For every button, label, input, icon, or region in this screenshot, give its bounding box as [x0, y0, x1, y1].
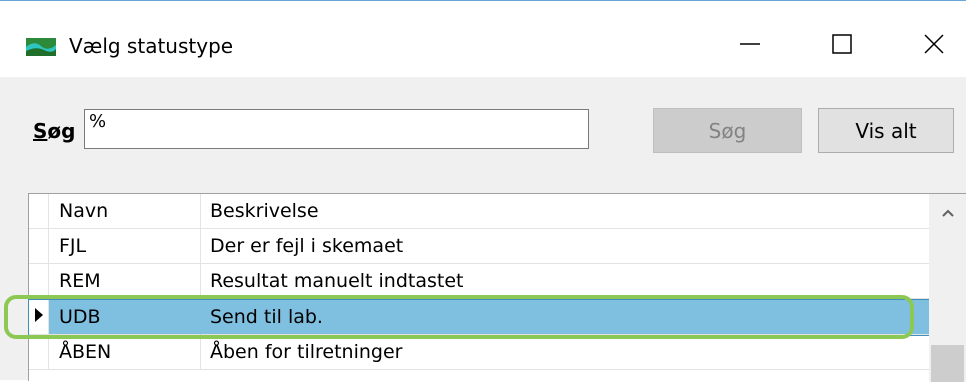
table-row[interactable]: REM Resultat manuelt indtastet	[29, 264, 930, 299]
cell-name: FJL	[49, 229, 201, 264]
cell-name: REM	[49, 264, 201, 299]
cell-description: Resultat manuelt indtastet	[201, 264, 930, 299]
status-type-grid[interactable]: Navn Beskrivelse FJL Der er fejl i skema…	[28, 193, 966, 382]
current-row-arrow-icon	[34, 307, 44, 328]
row-indicator	[29, 264, 49, 299]
row-indicator	[29, 335, 49, 370]
column-header-navn[interactable]: Navn	[49, 194, 201, 229]
vertical-scrollbar[interactable]	[929, 194, 966, 382]
table-row[interactable]: FJL Der er fejl i skemaet	[29, 229, 930, 264]
search-label-rest: øg	[47, 119, 76, 143]
minimize-icon	[739, 33, 761, 60]
search-label: Søg	[33, 119, 75, 143]
close-button[interactable]	[904, 23, 964, 69]
maximize-button[interactable]	[812, 23, 872, 69]
search-label-accesskey: S	[33, 119, 48, 143]
search-input[interactable]	[84, 109, 589, 149]
row-indicator-header	[29, 194, 49, 229]
cell-description: Der er fejl i skemaet	[201, 229, 930, 264]
row-indicator	[29, 300, 49, 335]
column-header-beskrivelse[interactable]: Beskrivelse	[201, 194, 930, 229]
cell-description: Send til lab.	[201, 300, 930, 335]
cell-name: ÅBEN	[49, 335, 201, 370]
row-indicator	[29, 229, 49, 264]
chevron-up-icon	[941, 205, 955, 223]
show-all-button[interactable]: Vis alt	[818, 108, 954, 153]
search-button[interactable]: Søg	[653, 108, 802, 153]
minimize-button[interactable]	[720, 23, 780, 69]
scrollbar-thumb[interactable]	[931, 345, 964, 382]
landscape-app-icon	[26, 38, 56, 56]
window-title: Vælg statustype	[69, 34, 234, 58]
dialog-window: Vælg statustype Søg Søg Vis alt Navn Bes…	[0, 0, 966, 382]
title-bar: Vælg statustype	[0, 1, 966, 77]
grid-header-row: Navn Beskrivelse	[29, 194, 930, 229]
close-icon	[923, 33, 945, 60]
table-row-selected[interactable]: UDB Send til lab.	[28, 299, 931, 336]
scroll-up-button[interactable]	[929, 194, 966, 234]
cell-name: UDB	[49, 300, 201, 335]
cell-description: Åben for tilretninger	[201, 335, 930, 370]
table-row[interactable]: ÅBEN Åben for tilretninger	[29, 335, 930, 370]
maximize-icon	[831, 33, 853, 60]
